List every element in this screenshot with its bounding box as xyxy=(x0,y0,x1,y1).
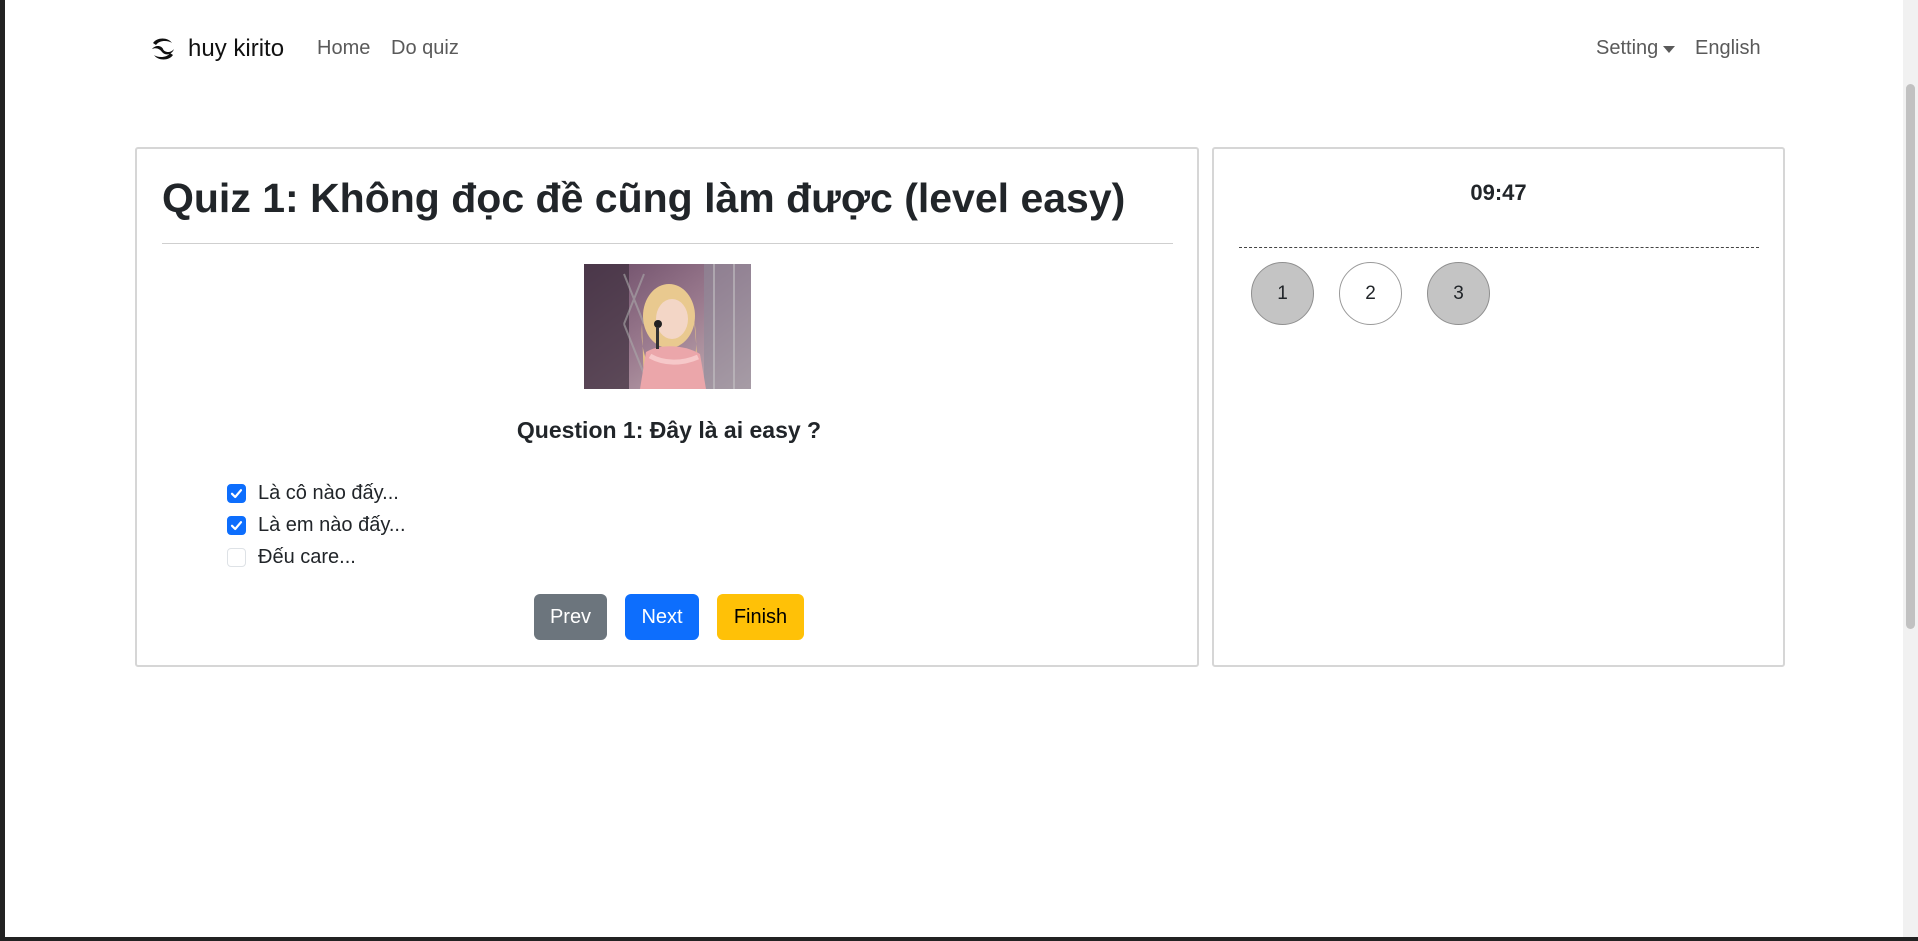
finish-button[interactable]: Finish xyxy=(717,594,804,640)
answer-option-3[interactable]: Đếu care... xyxy=(227,541,406,573)
question-text: Question 1: Đây là ai easy ? xyxy=(516,417,822,443)
brand-name: huy kirito xyxy=(188,35,285,62)
nav-home[interactable]: Home xyxy=(317,37,370,60)
answer-option-2[interactable]: Là em nào đấy... xyxy=(227,509,406,541)
check-icon xyxy=(230,488,243,498)
logo-icon xyxy=(152,38,174,60)
brand[interactable]: huy kirito xyxy=(148,32,284,66)
caret-down-icon xyxy=(1663,46,1676,53)
nav-do-quiz[interactable]: Do quiz xyxy=(391,37,459,60)
nav-language[interactable]: English xyxy=(1695,37,1761,60)
question-navigator: 1 2 3 xyxy=(1251,262,1490,325)
answer-list: Là cô nào đấy... Là em nào đấy... Đếu ca… xyxy=(227,477,406,573)
title-divider xyxy=(162,243,1173,244)
next-button[interactable]: Next xyxy=(625,594,699,640)
nav-setting-label: Setting xyxy=(1596,37,1659,59)
answer-label-3: Đếu care... xyxy=(258,545,356,568)
question-nav-3[interactable]: 3 xyxy=(1427,262,1490,325)
answer-label-2: Là em nào đấy... xyxy=(258,513,406,536)
answer-option-1[interactable]: Là cô nào đấy... xyxy=(227,477,406,509)
timer-divider xyxy=(1239,247,1759,248)
scrollbar-thumb[interactable] xyxy=(1906,84,1915,629)
question-image xyxy=(584,264,751,389)
nav-setting-dropdown[interactable]: Setting xyxy=(1596,37,1676,60)
question-nav-1[interactable]: 1 xyxy=(1251,262,1314,325)
check-icon xyxy=(230,520,243,530)
question-nav-2[interactable]: 2 xyxy=(1339,262,1402,325)
answer-label-1: Là cô nào đấy... xyxy=(258,481,399,504)
prev-button[interactable]: Prev xyxy=(534,594,607,640)
quiz-title: Quiz 1: Không đọc đề cũng làm được (leve… xyxy=(162,175,1126,221)
question-navigator-card: 09:47 1 2 3 xyxy=(1212,147,1785,667)
browser-viewport: huy kirito Home Do quiz Setting English … xyxy=(5,0,1903,937)
answer-checkbox-3[interactable] xyxy=(227,547,246,567)
answer-checkbox-1[interactable] xyxy=(227,483,246,503)
vertical-scrollbar[interactable] xyxy=(1903,0,1918,937)
navbar: huy kirito Home Do quiz Setting English xyxy=(5,0,1903,98)
quiz-card: Quiz 1: Không đọc đề cũng làm được (leve… xyxy=(135,147,1199,667)
answer-checkbox-2[interactable] xyxy=(227,515,246,535)
countdown-timer: 09:47 xyxy=(1470,180,1527,205)
quiz-buttons: Prev Next Finish xyxy=(137,594,1201,640)
